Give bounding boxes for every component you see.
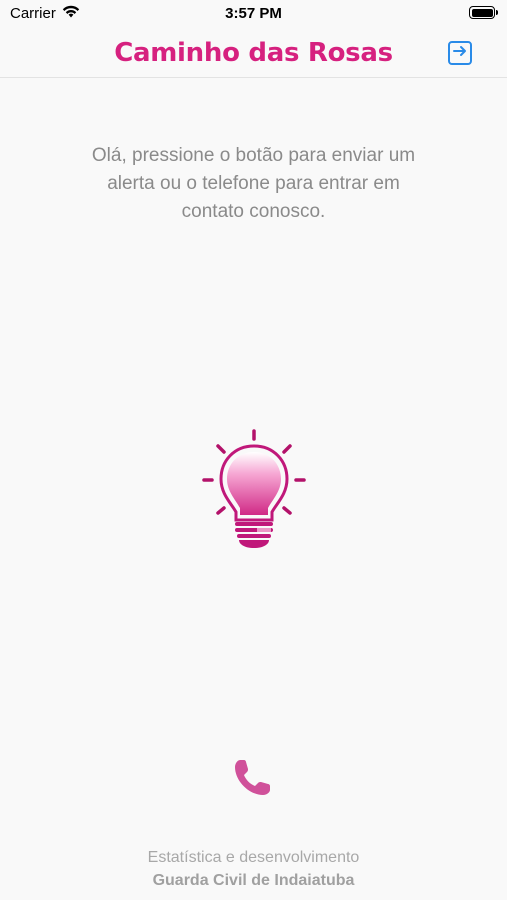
- logout-arrow-icon: [453, 44, 467, 62]
- phone-button[interactable]: [230, 754, 276, 800]
- status-right: [469, 6, 498, 19]
- status-bar: Carrier 3:57 PM: [0, 0, 507, 30]
- footer-credit: Estatística e desenvolvimento: [147, 849, 360, 866]
- status-time: 3:57 PM: [225, 5, 282, 22]
- footer-organization: Guarda Civil de Indaiatuba: [152, 872, 355, 889]
- lightbulb-icon: [199, 429, 309, 557]
- phone-icon: [230, 760, 276, 804]
- footer: Estatística e desenvolvimento Guarda Civ…: [0, 846, 507, 892]
- alert-button[interactable]: [199, 428, 309, 553]
- logout-button[interactable]: [448, 41, 472, 65]
- battery-icon: [469, 6, 498, 19]
- instruction-message: Olá, pressione o botão para enviar um al…: [91, 145, 416, 222]
- nav-bar: Caminho das Rosas: [0, 30, 507, 78]
- app-title: Caminho das Rosas: [114, 38, 393, 68]
